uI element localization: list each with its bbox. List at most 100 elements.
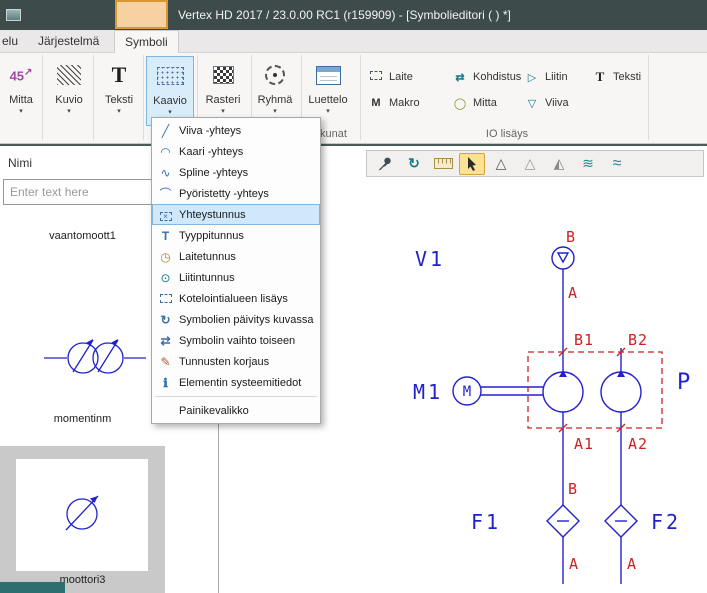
select-cursor-icon[interactable] (459, 153, 485, 175)
menu-item-viiva-yhteys[interactable]: ╱ Viiva -yhteys (152, 120, 320, 141)
thumbnail-box (16, 459, 148, 571)
app-icon[interactable] (6, 9, 21, 21)
drawing-toolbar: ↻ △ △ ◭ ≋ ≈ (366, 150, 704, 177)
menu-separator (155, 396, 317, 397)
hatched-triangle-icon[interactable]: ◭ (546, 153, 572, 175)
port-label-b1: B1 (574, 331, 594, 349)
quick-access-highlight (115, 0, 168, 29)
symbol-swap-icon: ⇄ (157, 334, 174, 348)
ruler-icon[interactable] (430, 153, 456, 175)
menu-item-tyyppitunnus[interactable]: T Tyyppitunnus (152, 225, 320, 246)
ribbon-button-mitta[interactable]: 45↗ Mitta ▾ (0, 56, 44, 126)
ribbon-button-kuvio[interactable]: Kuvio ▾ (46, 56, 92, 126)
ribbon-button-luettelo[interactable]: Luettelo ▾ (302, 56, 354, 126)
dotted-triangle-icon[interactable]: △ (517, 153, 543, 175)
hatch-pattern-icon (46, 56, 92, 94)
menu-item-laitetunnus[interactable]: ◷ Laitetunnus (152, 246, 320, 267)
status-bar-fragment (0, 582, 65, 593)
application-window: Vertex HD 2017 / 23.0.00 RC1 (r159909) -… (0, 0, 707, 593)
group-label-partial: kunat (320, 128, 347, 140)
io-button-laite[interactable]: Laite (368, 68, 413, 86)
column-header-nimi: Nimi (8, 156, 32, 170)
raster-icon (200, 56, 246, 94)
chevron-down-icon: ▾ (302, 107, 354, 116)
menu-item-yhteystunnus[interactable]: × Yhteystunnus (152, 204, 320, 225)
ribbon-button-ryhma[interactable]: Ryhmä ▾ (252, 56, 298, 126)
triangle-icon[interactable]: △ (488, 153, 514, 175)
io-button-viiva[interactable]: ▽ Viiva (524, 94, 569, 112)
list-window-icon (302, 56, 354, 94)
label-f1: F1 (471, 510, 501, 534)
port-label-a: A (568, 284, 578, 302)
io-button-teksti[interactable]: T Teksti (592, 68, 641, 86)
io-button-liitin[interactable]: ▷ Liitin (524, 68, 568, 86)
line-icon: ▽ (524, 97, 540, 110)
rounded-connection-icon: ⌒ (157, 185, 174, 202)
device-icon (368, 71, 384, 83)
ribbon-button-rasteri[interactable]: Rasteri ▾ (200, 56, 246, 126)
separator (360, 55, 361, 140)
spline-connection-icon: ∿ (157, 166, 174, 180)
symbol-list-item[interactable]: momentinm (0, 248, 165, 444)
connector-icon: ▷ (524, 71, 540, 84)
type-id-icon: T (157, 229, 174, 243)
connector-id-icon: ⊙ (157, 271, 174, 285)
momentinm-thumbnail (42, 327, 148, 389)
menu-item-tunnusten-korjaus[interactable]: ✎ Tunnusten korjaus (152, 351, 320, 372)
menu-item-pyoristetty-yhteys[interactable]: ⌒ Pyöristetty -yhteys (152, 183, 320, 204)
separator (93, 55, 94, 140)
menu-item-kaari-yhteys[interactable]: ◠ Kaari -yhteys (152, 141, 320, 162)
id-repair-icon: ✎ (157, 355, 174, 369)
port-label-a1: A1 (574, 435, 594, 453)
menu-tab-symboli[interactable]: Symboli (114, 30, 179, 53)
menu-item-symbolien-paivitys[interactable]: ↻ Symbolien päivitys kuvassa (152, 309, 320, 330)
group-label-io: IO lisäys (472, 128, 542, 140)
menu-tab-jarjestelma[interactable]: Järjestelmä (28, 30, 109, 53)
menu-item-liitintunnus[interactable]: ⊙ Liitintunnus (152, 267, 320, 288)
port-label-a-left: A (569, 555, 579, 573)
menu-item-elementin-systeemitiedot[interactable]: ℹ Elementin systeemitiedot (152, 372, 320, 393)
port-label-b-mid: B (568, 480, 578, 498)
enclosure-dashed-box (528, 348, 662, 432)
waves-alt-icon[interactable]: ≈ (604, 153, 630, 175)
measure-icon: ◯ (452, 97, 468, 110)
kaavio-dropdown-menu: ╱ Viiva -yhteys ◠ Kaari -yhteys ∿ Spline… (151, 117, 321, 424)
label-f2: F2 (651, 510, 681, 534)
menu-item-spline-yhteys[interactable]: ∿ Spline -yhteys (152, 162, 320, 183)
label-v1: V1 (415, 247, 445, 271)
menu-item-symbolin-vaihto[interactable]: ⇄ Symbolin vaihto toiseen (152, 330, 320, 351)
chevron-down-icon: ▾ (0, 107, 44, 116)
symbol-list-item-selected[interactable]: moottori3 (0, 446, 165, 593)
ribbon-button-teksti[interactable]: T Teksti ▾ (96, 56, 142, 126)
system-info-icon: ℹ (157, 376, 174, 390)
port-label-a-right: A (627, 555, 637, 573)
schematic-icon (147, 57, 193, 95)
io-button-mitta[interactable]: ◯ Mitta (452, 94, 497, 112)
align-icon: ⇄ (452, 71, 468, 84)
chevron-down-icon: ▾ (147, 108, 193, 117)
arc-connection-icon: ◠ (157, 145, 174, 159)
chevron-down-icon: ▾ (46, 107, 92, 116)
ribbon: 45↗ Mitta ▾ Kuvio ▾ T Teksti ▾ Kaavio ▾ … (0, 53, 707, 144)
label-m1: M1 (413, 380, 443, 404)
io-button-kohdistus[interactable]: ⇄ Kohdistus (452, 68, 521, 86)
moottori3-thumbnail (57, 487, 107, 537)
line-connection-icon: ╱ (157, 124, 174, 138)
waves-icon[interactable]: ≋ (575, 153, 601, 175)
chevron-down-icon: ▾ (96, 107, 142, 116)
io-button-makro[interactable]: M Makro (368, 94, 420, 112)
menu-tab-partial[interactable]: elu (0, 30, 20, 53)
menu-item-kotelointialueen-lisays[interactable]: Kotelointialueen lisäys (152, 288, 320, 309)
pin-icon[interactable] (372, 153, 398, 175)
refresh-view-icon[interactable]: ↻ (401, 153, 427, 175)
window-title: Vertex HD 2017 / 23.0.00 RC1 (r159909) -… (178, 8, 511, 22)
connection-id-icon: × (157, 208, 174, 222)
symbol-update-icon: ↻ (157, 313, 174, 327)
menu-item-painikevalikko[interactable]: Painikevalikko (152, 400, 320, 421)
ribbon-button-kaavio[interactable]: Kaavio ▾ (146, 56, 194, 126)
separator (143, 55, 144, 140)
title-bar: Vertex HD 2017 / 23.0.00 RC1 (r159909) -… (0, 0, 707, 30)
port-label-a2: A2 (628, 435, 648, 453)
symbol-list-item[interactable]: vaantomoott1 (0, 224, 165, 246)
port-label-b2: B2 (628, 331, 648, 349)
